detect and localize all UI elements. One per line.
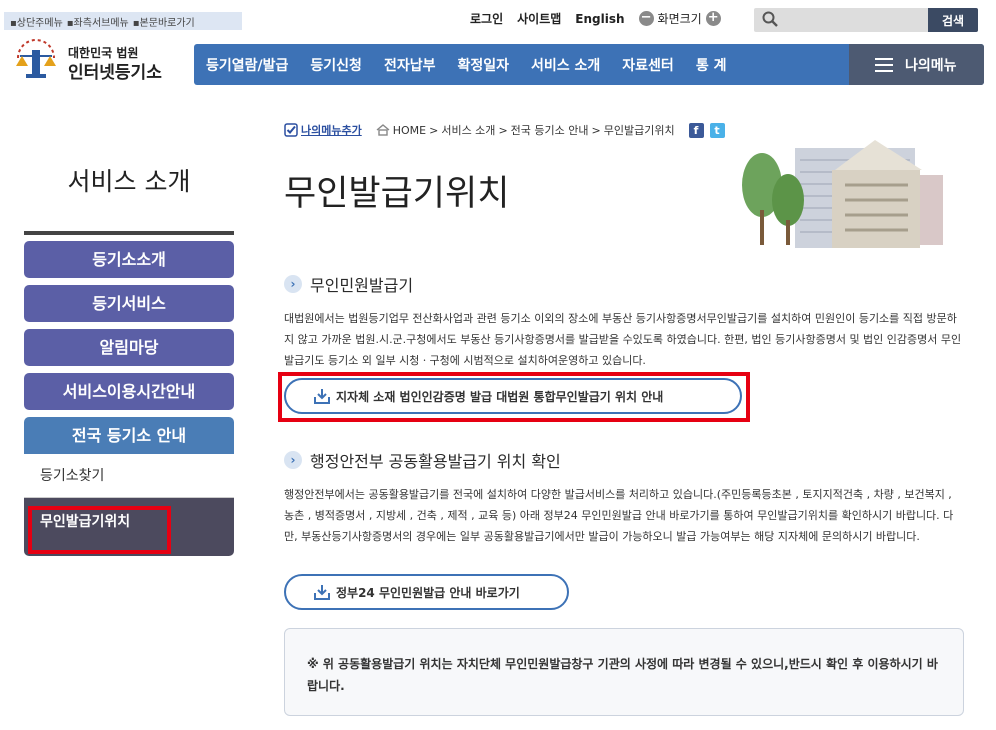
check-icon [284, 123, 298, 137]
add-my-menu-link[interactable]: 나의메뉴추가 [284, 122, 362, 138]
my-menu-button[interactable]: 나의메뉴 [849, 44, 984, 85]
search-icon [762, 11, 778, 27]
sidebar-item-nationwide-offices[interactable]: 전국 등기소 안내 [24, 417, 234, 454]
zoom-in-icon[interactable]: + [705, 11, 721, 26]
page-title: 무인발급기위치 [284, 174, 510, 214]
nav-item-registry-view[interactable]: 등기열람/발급 [194, 55, 299, 75]
facebook-share-icon[interactable]: f [688, 122, 704, 138]
court-emblem-icon [16, 39, 56, 78]
add-my-menu-label: 나의메뉴추가 [301, 124, 362, 137]
nav-item-fixed-date[interactable]: 확정일자 [446, 55, 520, 75]
site-logo[interactable]: 대한민국 법원 인터넷등기소 [10, 36, 180, 86]
sidebar-title: 서비스 소개 [67, 167, 191, 196]
sidebar-item-registry-service[interactable]: 등기서비스 [24, 285, 234, 322]
nav-item-e-payment[interactable]: 전자납부 [373, 55, 447, 75]
breadcrumb-current: 무인발급기위치 [603, 124, 675, 137]
logo-line2: 인터넷등기소 [68, 63, 162, 83]
chevron-right-icon: › [284, 451, 302, 469]
gov24-kiosk-link-button[interactable]: 정부24 무인민원발급 안내 바로가기 [284, 574, 569, 610]
english-link[interactable]: English [575, 12, 624, 26]
search-button[interactable]: 검색 [928, 8, 978, 32]
sidebar-divider [24, 231, 234, 235]
highlight-box-sidebar [28, 506, 171, 554]
login-link[interactable]: 로그인 [470, 10, 503, 27]
download-icon [314, 585, 330, 600]
breadcrumb-separator: > [429, 123, 439, 137]
utility-bar: 로그인 사이트맵 English − 화면크기 + [470, 10, 721, 27]
my-menu-label: 나의메뉴 [905, 57, 957, 74]
nav-item-registry-apply[interactable]: 등기신청 [299, 55, 373, 75]
breadcrumb-separator: > [591, 123, 601, 137]
nav-item-service-intro[interactable]: 서비스 소개 [520, 55, 611, 75]
breadcrumb-path: HOME > 서비스 소개 > 전국 등기소 안내 > 무인발급기위치 [376, 122, 675, 138]
skip-links: ▪상단주메뉴 ▪좌측서브메뉴 ▪본문바로가기 [4, 12, 242, 30]
breadcrumb-service-intro[interactable]: 서비스 소개 [441, 122, 495, 138]
gov24-kiosk-link-label: 정부24 무인민원발급 안내 바로가기 [336, 585, 520, 600]
twitter-share-icon[interactable]: t [709, 122, 725, 138]
section-title-shared-kiosk-label: 행정안전부 공동활용발급기 위치 확인 [310, 452, 561, 471]
section-text-kiosk: 대법원에서는 법원등기업무 전산화사업과 관련 등기소 이외의 장소에 부동산 … [284, 312, 962, 367]
section-title-shared-kiosk: › 행정안전부 공동활용발급기 위치 확인 [284, 448, 561, 472]
breadcrumb-separator: > [498, 123, 508, 137]
nav-item-resources[interactable]: 자료센터 [611, 55, 685, 75]
sidebar-item-notice[interactable]: 알림마당 [24, 329, 234, 366]
sitemap-link[interactable]: 사이트맵 [517, 10, 561, 27]
zoom-label: 화면크기 [657, 12, 702, 26]
skip-link-top-menu[interactable]: ▪상단주메뉴 [10, 14, 63, 29]
hamburger-icon [875, 57, 893, 72]
notice-box: ※ 위 공동활용발급기 위치는 자치단체 무인민원발급창구 기관의 사정에 따라… [284, 628, 964, 716]
nav-item-statistics[interactable]: 통 계 [685, 55, 738, 75]
section-text-shared-kiosk: 행정안전부에서는 공동활용발급기를 전국에 설치하여 다양한 발급서비스를 처리… [284, 488, 954, 543]
sidebar-item-office-intro[interactable]: 등기소소개 [24, 241, 234, 278]
sidebar-item-service-hours[interactable]: 서비스이용시간안내 [24, 373, 234, 410]
breadcrumb-nationwide-offices[interactable]: 전국 등기소 안내 [511, 122, 589, 138]
highlight-box-button [278, 372, 750, 422]
chevron-right-icon: › [284, 275, 302, 293]
search-box: 검색 [754, 8, 978, 32]
search-input[interactable] [784, 10, 924, 30]
section-title-kiosk: › 무인민원발급기 [284, 272, 413, 296]
skip-link-content[interactable]: ▪본문바로가기 [133, 14, 195, 29]
skip-link-side-menu[interactable]: ▪좌측서브메뉴 [67, 14, 129, 29]
sidebar-sub-find-office[interactable]: 등기소찾기 [24, 454, 234, 498]
home-icon [376, 124, 390, 136]
breadcrumb: 나의메뉴추가 HOME > 서비스 소개 > 전국 등기소 안내 > 무인발급기위치 … [284, 122, 725, 138]
zoom-control: − 화면크기 + [638, 10, 721, 27]
building-illustration [742, 140, 943, 248]
breadcrumb-home[interactable]: HOME [393, 124, 426, 137]
section-title-kiosk-label: 무인민원발급기 [310, 276, 414, 295]
zoom-out-icon[interactable]: − [638, 11, 654, 26]
